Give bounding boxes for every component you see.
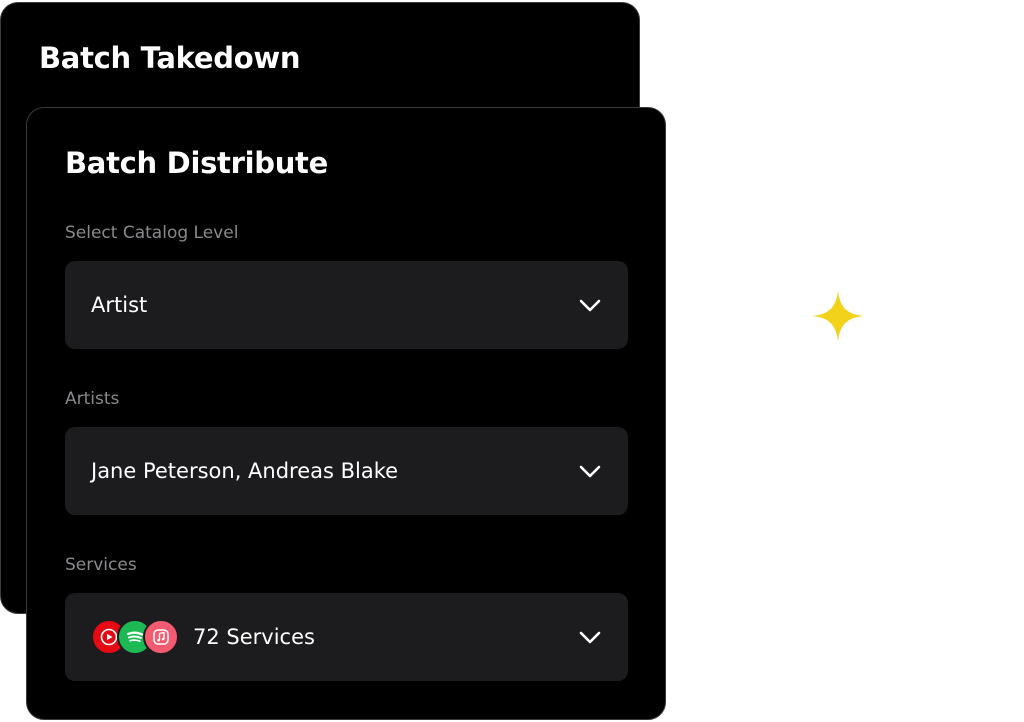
- sparkle-icon: [812, 290, 864, 342]
- chevron-down-icon: [578, 459, 602, 483]
- batch-distribute-title: Batch Distribute: [65, 146, 328, 180]
- catalog-level-label: Select Catalog Level: [65, 223, 239, 243]
- chevron-down-icon: [578, 625, 602, 649]
- batch-distribute-card: Batch Distribute Select Catalog Level Ar…: [26, 107, 666, 720]
- artists-select[interactable]: Jane Peterson, Andreas Blake: [65, 427, 628, 515]
- catalog-level-value: Artist: [91, 293, 148, 317]
- service-icons: [91, 618, 181, 656]
- catalog-level-select[interactable]: Artist: [65, 261, 628, 349]
- services-select[interactable]: 72 Services: [65, 593, 628, 681]
- services-value: 72 Services: [193, 625, 315, 649]
- artists-label: Artists: [65, 389, 120, 409]
- services-label: Services: [65, 555, 137, 575]
- batch-takedown-title: Batch Takedown: [39, 41, 301, 75]
- apple-music-icon: [143, 619, 179, 655]
- artists-value: Jane Peterson, Andreas Blake: [91, 459, 399, 483]
- stage: Batch Takedown Batch Distribute Select C…: [0, 0, 1024, 722]
- chevron-down-icon: [578, 293, 602, 317]
